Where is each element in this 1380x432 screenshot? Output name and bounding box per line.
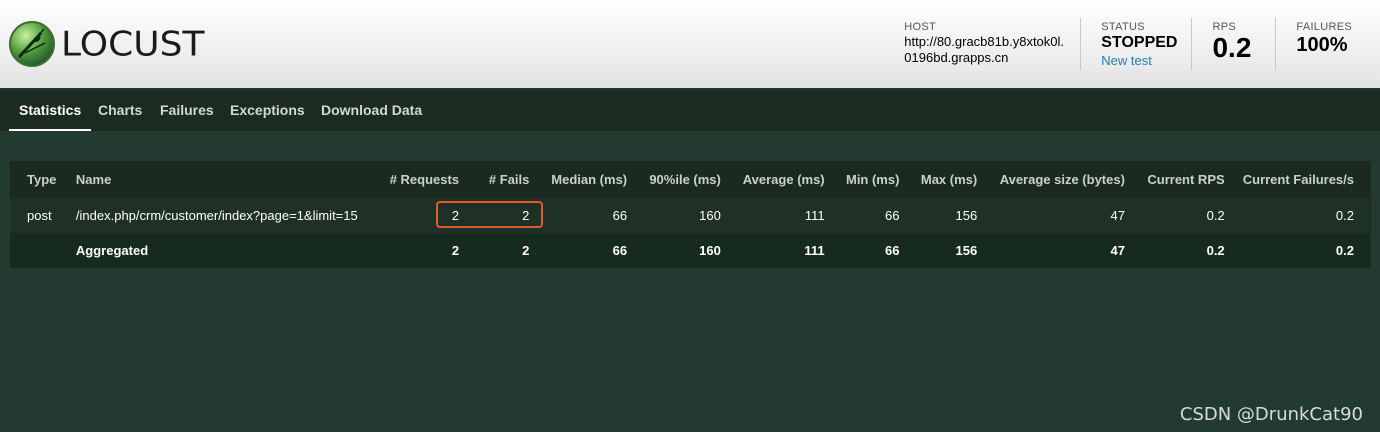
watermark: CSDN @DrunkCat90 — [1179, 404, 1363, 425]
locust-logo[interactable]: LOCUST — [9, 20, 204, 68]
column-header-min[interactable]: Min (ms) — [833, 161, 909, 198]
agg-cell-average-size: 47 — [986, 233, 1134, 268]
cell-median: 66 — [538, 198, 637, 233]
table-header-row: Type Name # Requests # Fails Median (ms)… — [10, 161, 1371, 198]
top-header: LOCUST HOST http://80.gracb81b.y8xtok0l.… — [0, 0, 1380, 89]
cell-min: 66 — [833, 198, 909, 233]
agg-cell-median: 66 — [538, 233, 637, 268]
cell-average: 111 — [729, 198, 834, 233]
agg-cell-min: 66 — [833, 233, 909, 268]
cell-90ile: 160 — [636, 198, 730, 233]
column-header-type[interactable]: Type — [10, 161, 67, 198]
column-header-average-size[interactable]: Average size (bytes) — [986, 161, 1134, 198]
column-header-current-failures[interactable]: Current Failures/s — [1233, 161, 1371, 198]
column-header-name[interactable]: Name — [66, 161, 378, 198]
tab-download-data[interactable]: Download Data — [311, 90, 432, 131]
rps-box: RPS 0.2 — [1191, 18, 1275, 70]
column-header-requests[interactable]: # Requests — [377, 161, 469, 198]
statistics-table-container: Type Name # Requests # Fails Median (ms)… — [10, 161, 1371, 268]
agg-cell-90ile: 160 — [636, 233, 730, 268]
failures-value: 100% — [1296, 34, 1348, 56]
host-value: http://80.gracb81b.y8xtok0l.0196bd.grapp… — [904, 34, 1065, 65]
status-box: STATUS STOPPED New test — [1080, 18, 1191, 70]
cell-current-failures: 0.2 — [1233, 198, 1371, 233]
host-label: HOST — [904, 21, 937, 33]
failures-label: FAILURES — [1296, 21, 1352, 33]
agg-cell-max: 156 — [908, 233, 987, 268]
tab-exceptions[interactable]: Exceptions — [220, 90, 315, 131]
tab-statistics[interactable]: Statistics — [9, 90, 92, 131]
tab-charts[interactable]: Charts — [88, 90, 152, 131]
cell-average-size: 47 — [986, 198, 1134, 233]
agg-cell-requests: 2 — [377, 233, 469, 268]
tab-failures[interactable]: Failures — [150, 90, 224, 131]
agg-cell-fails: 2 — [468, 233, 539, 268]
cell-name: /index.php/crm/customer/index?page=1&lim… — [66, 198, 378, 233]
cell-max: 156 — [908, 198, 987, 233]
requests-fails-highlight-box — [436, 201, 543, 228]
locust-logo-icon — [9, 21, 55, 67]
agg-cell-average: 111 — [729, 233, 834, 268]
column-header-fails[interactable]: # Fails — [468, 161, 539, 198]
agg-cell-current-failures: 0.2 — [1233, 233, 1371, 268]
statistics-table: Type Name # Requests # Fails Median (ms)… — [10, 161, 1371, 268]
host-box: HOST http://80.gracb81b.y8xtok0l.0196bd.… — [884, 18, 1080, 70]
agg-cell-current-rps: 0.2 — [1133, 233, 1234, 268]
stats-boxes: HOST http://80.gracb81b.y8xtok0l.0196bd.… — [884, 18, 1380, 70]
rps-value: 0.2 — [1212, 32, 1252, 63]
column-header-median[interactable]: Median (ms) — [538, 161, 637, 198]
tab-bar: Statistics Charts Failures Exceptions Do… — [0, 90, 1380, 131]
status-label: STATUS — [1101, 21, 1145, 33]
aggregated-row: Aggregated 2 2 66 160 111 66 156 47 0.2 … — [10, 233, 1371, 268]
cell-type: post — [10, 198, 67, 233]
status-value: STOPPED — [1101, 34, 1178, 51]
cell-current-rps: 0.2 — [1133, 198, 1234, 233]
agg-cell-name: Aggregated — [66, 233, 378, 268]
column-header-max[interactable]: Max (ms) — [908, 161, 987, 198]
new-test-link[interactable]: New test — [1101, 53, 1177, 68]
column-header-average[interactable]: Average (ms) — [729, 161, 834, 198]
table-row: post /index.php/crm/customer/index?page=… — [10, 198, 1371, 233]
agg-cell-type — [10, 233, 67, 268]
logo-text: LOCUST — [61, 24, 205, 64]
column-header-current-rps[interactable]: Current RPS — [1133, 161, 1234, 198]
failures-box: FAILURES 100% — [1275, 18, 1380, 70]
column-header-90ile[interactable]: 90%ile (ms) — [636, 161, 730, 198]
